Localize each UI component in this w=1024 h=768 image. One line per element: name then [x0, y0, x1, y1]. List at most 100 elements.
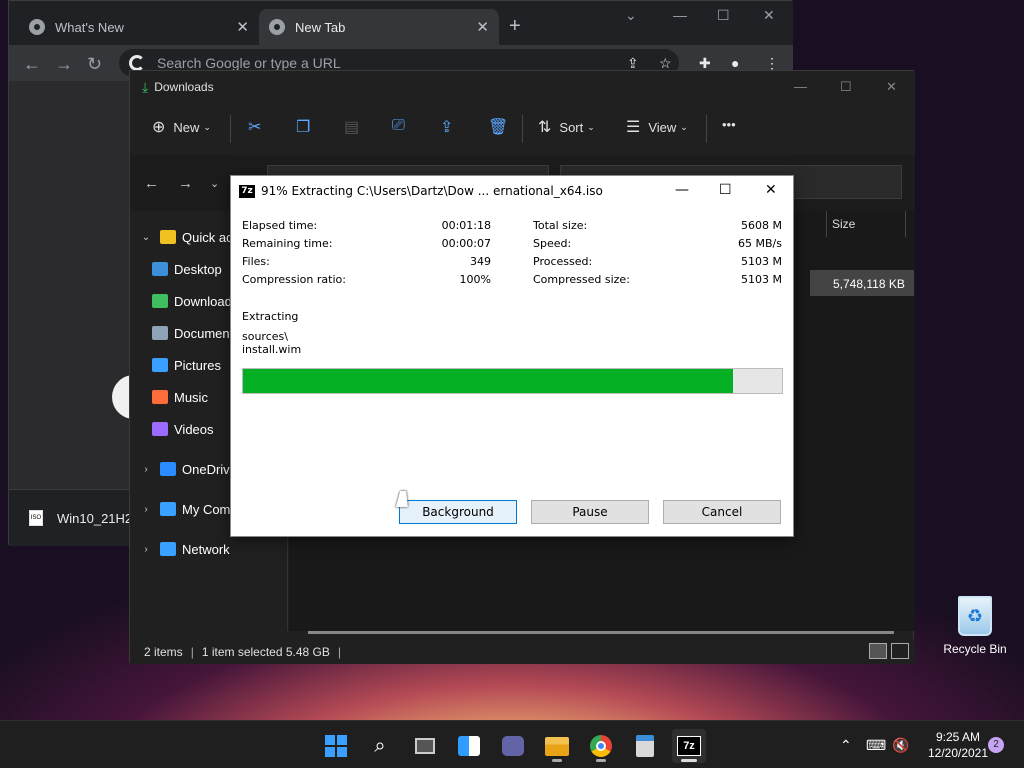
close-icon[interactable]: ✕ [886, 79, 897, 95]
tiles-view-icon[interactable] [891, 643, 909, 659]
view-label: View [648, 119, 677, 135]
iso-file-icon: ISO [29, 510, 43, 526]
chevron-icon[interactable]: › [138, 504, 154, 515]
close-icon[interactable]: ✕ [763, 7, 775, 24]
file-size: 5,748,118 KB [833, 277, 905, 291]
stat-label: Compressed size: [533, 273, 630, 286]
chevron-down-icon: ⌄ [203, 121, 211, 132]
folder-icon [152, 390, 168, 404]
calculator-icon[interactable] [628, 729, 662, 763]
folder-icon [152, 326, 168, 340]
7zip-logo: 7z [677, 736, 701, 756]
maximize-icon[interactable]: ☐ [717, 7, 730, 24]
pause-button[interactable]: Pause [531, 500, 649, 524]
column-header-size[interactable]: Size [832, 217, 855, 231]
chevron-icon[interactable]: › [138, 544, 154, 555]
new-tab-icon[interactable]: + [509, 15, 521, 38]
chrome-taskbar-icon[interactable] [584, 729, 618, 763]
recycle-bin-shortcut[interactable]: Recycle Bin [940, 596, 1010, 656]
running-indicator [552, 759, 562, 762]
7zip-taskbar-icon[interactable]: 7z [672, 729, 706, 763]
chrome-icon [269, 19, 285, 35]
running-indicator [681, 759, 697, 762]
sort-icon: ⇅ [538, 119, 552, 136]
more-button[interactable]: ••• [722, 117, 736, 132]
download-item[interactable]: ISO Win10_21H2 [29, 510, 132, 526]
back-icon[interactable]: ← [144, 175, 159, 192]
tab-search-icon[interactable]: ⌄ [625, 7, 637, 24]
forward-icon[interactable]: → [178, 175, 193, 192]
nav-item-label: Music [174, 389, 208, 405]
chrome-icon [29, 19, 45, 35]
tab-label: New Tab [295, 19, 346, 35]
stat-label: Files: [242, 255, 270, 268]
chrome-tab-whats-new[interactable]: What's New ✕ [19, 9, 259, 45]
stat-value: 00:01:18 [441, 219, 491, 232]
cut-icon[interactable]: ✂ [248, 117, 261, 137]
stat-label: Total size: [533, 219, 588, 232]
column-divider [826, 211, 827, 237]
volume-muted-icon[interactable]: 🔇 [892, 737, 909, 754]
view-icon: ☰ [626, 119, 641, 136]
horizontal-scrollbar[interactable] [308, 631, 894, 634]
divider: | [337, 644, 342, 659]
running-indicator [596, 759, 606, 762]
clock[interactable]: 9:25 AM 12/20/2021 [918, 729, 998, 761]
taskbar: ⌕ 7z ⌃ ⌨ 🔇 9:25 AM 12/20/2021 [0, 720, 1024, 768]
tab-label: What's New [55, 19, 124, 35]
forward-icon[interactable]: → [55, 54, 73, 75]
file-explorer-icon[interactable] [540, 729, 574, 763]
close-icon[interactable]: ✕ [765, 182, 777, 198]
widgets-icon[interactable] [452, 729, 486, 763]
stat-value: 00:00:07 [441, 237, 491, 250]
chevron-down-icon: ⌄ [680, 121, 688, 132]
folder-icon [152, 358, 168, 372]
folder-shape [545, 736, 569, 756]
nav-item[interactable]: › Network [130, 533, 288, 565]
back-icon[interactable]: ← [23, 54, 41, 75]
notification-badge[interactable]: 2 [988, 737, 1004, 753]
maximize-icon[interactable]: ☐ [840, 79, 852, 95]
close-icon[interactable]: ✕ [476, 18, 489, 36]
search-icon[interactable]: ⌕ [363, 729, 397, 763]
stat-label: Compression ratio: [242, 273, 346, 286]
share-icon[interactable]: ⇪ [440, 117, 453, 137]
background-button[interactable]: Background [399, 500, 517, 524]
folder-icon [160, 502, 176, 516]
stat-value: 5103 M [741, 255, 782, 268]
reload-icon[interactable]: ↻ [87, 54, 102, 75]
chevron-icon[interactable]: › [138, 464, 154, 475]
progress-bar [242, 368, 783, 394]
start-button[interactable] [319, 729, 353, 763]
view-button[interactable]: ☰ View ⌄ [626, 117, 688, 137]
selection-info: 1 item selected 5.48 GB [201, 644, 330, 659]
paste-icon[interactable]: ▤ [344, 117, 359, 137]
recent-locations-icon[interactable]: ⌄ [210, 177, 219, 190]
cancel-button[interactable]: Cancel [663, 500, 781, 524]
network-icon[interactable]: ⌨ [866, 737, 886, 754]
chevron-up-icon[interactable]: ⌃ [840, 737, 852, 754]
minimize-icon[interactable]: — [794, 79, 807, 94]
teams-chat-icon[interactable] [496, 729, 530, 763]
calculator-shape [636, 735, 654, 757]
minimize-icon[interactable]: — [675, 182, 689, 198]
minimize-icon[interactable]: — [673, 7, 687, 23]
chevron-icon[interactable]: ⌄ [138, 232, 154, 243]
chrome-tab-new-tab[interactable]: New Tab ✕ [259, 9, 499, 45]
task-view-icon[interactable] [408, 729, 442, 763]
copy-icon[interactable]: ❐ [296, 117, 310, 137]
close-icon[interactable]: ✕ [236, 18, 249, 36]
rename-icon[interactable]: ⎚ [392, 117, 405, 135]
delete-icon[interactable]: 🗑 [488, 117, 508, 137]
nav-item-label: Downloads [174, 293, 239, 309]
recycle-bin-label: Recycle Bin [943, 642, 1007, 656]
teams-shape [502, 736, 524, 756]
task-view-shape [415, 738, 435, 754]
new-button[interactable]: ⊕ New ⌄ [152, 117, 211, 137]
progress-fill [243, 369, 734, 393]
maximize-icon[interactable]: ☐ [719, 182, 732, 198]
sort-button[interactable]: ⇅ Sort ⌄ [538, 117, 595, 137]
details-view-icon[interactable] [869, 643, 887, 659]
profile-icon[interactable]: ● [731, 55, 739, 71]
stat-value: 5608 M [741, 219, 782, 232]
